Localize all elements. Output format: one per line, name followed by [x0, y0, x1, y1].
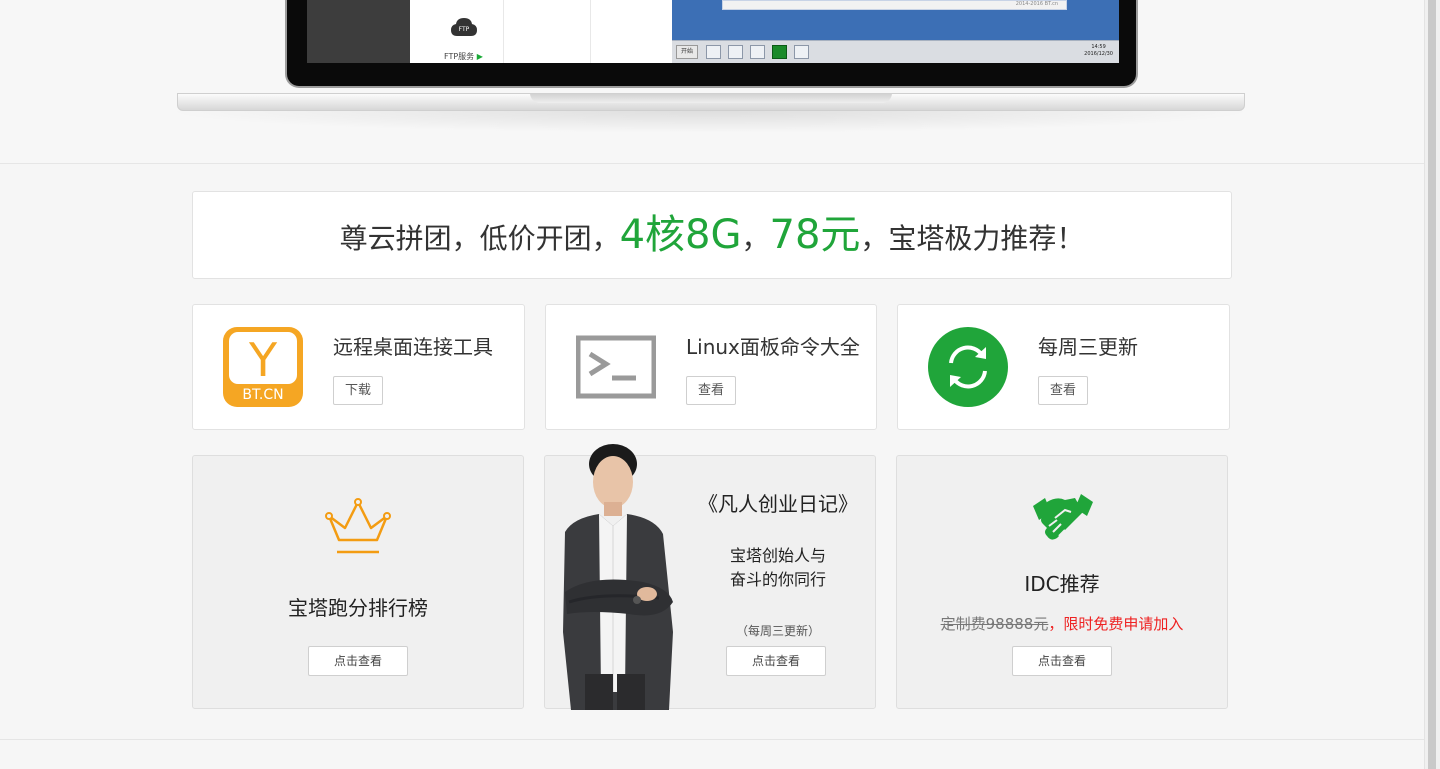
- folder-icon: [750, 45, 765, 59]
- promo-separator: ，: [741, 222, 770, 255]
- tool-title: 远程桌面连接工具: [333, 335, 493, 359]
- tool-title: Linux面板命令大全: [686, 335, 860, 359]
- bt-icon-letter: Y: [248, 333, 278, 387]
- start-button: 开始: [676, 45, 698, 59]
- feature-card-idc: IDC推荐 定制费98888元，限时免费申请加入 点击查看: [896, 455, 1228, 709]
- diary-view-button[interactable]: 点击查看: [726, 646, 826, 676]
- ftp-label-text: FTP服务: [444, 52, 475, 61]
- promo-text-2: ，宝塔极力推荐！: [860, 222, 1085, 255]
- clock-date: 2016/12/30: [1084, 51, 1113, 57]
- founder-photo: [563, 444, 673, 710]
- powershell-icon: [728, 45, 743, 59]
- laptop-notch: [530, 93, 892, 103]
- screen-panel: FTP FTP服务 ▶: [410, 0, 672, 63]
- page-scrollbar[interactable]: [1424, 0, 1440, 769]
- promo-highlight-spec: 4核8G: [619, 212, 742, 258]
- screen-taskbar: 开始 14:59 2016/12/30: [672, 40, 1119, 63]
- ftp-service-label: FTP服务 ▶: [444, 51, 483, 62]
- idc-title: IDC推荐: [1024, 572, 1100, 596]
- promo-text-1: 尊云拼团，低价开团，: [339, 222, 620, 255]
- promo-banner[interactable]: 尊云拼团，低价开团，4核8G，78元，宝塔极力推荐！: [192, 191, 1232, 279]
- hero-section: FTP FTP服务 ▶ 2014-2016 BT.cn 开始 14:59 201…: [0, 0, 1424, 164]
- laptop-shadow: [160, 111, 1260, 133]
- server-manager-icon: [706, 45, 721, 59]
- view-button[interactable]: 查看: [686, 376, 736, 405]
- crown-icon: [325, 498, 391, 554]
- tool-card-linux-commands: Linux面板命令大全 查看: [545, 304, 877, 430]
- bt-remote-desktop-icon: Y BT.CN: [223, 327, 303, 407]
- laptop-screen: FTP FTP服务 ▶ 2014-2016 BT.cn 开始 14:59 201…: [285, 0, 1138, 88]
- clock-time: 14:59: [1091, 44, 1106, 50]
- diary-subtitle-line2: 奋斗的你同行: [729, 570, 826, 589]
- feature-card-ranking: 宝塔跑分排行榜 点击查看: [192, 455, 524, 709]
- taskbar-clock: 14:59 2016/12/30: [1084, 44, 1113, 58]
- screen-window: 2014-2016 BT.cn: [722, 0, 1067, 10]
- bt-panel-icon: [772, 45, 787, 59]
- ranking-view-button[interactable]: 点击查看: [308, 646, 408, 676]
- terminal-icon: [575, 327, 657, 407]
- idc-view-button[interactable]: 点击查看: [1012, 646, 1112, 676]
- ranking-title: 宝塔跑分排行榜: [288, 596, 428, 620]
- screen-sidebar: [307, 0, 410, 63]
- section-divider: [0, 739, 1424, 740]
- screen-window-text: 2014-2016 BT.cn: [1015, 1, 1058, 7]
- tool-title: 每周三更新: [1038, 335, 1138, 359]
- bt-icon-caption: BT.CN: [242, 387, 283, 403]
- diary-title: 《凡人创业日记》: [698, 492, 858, 516]
- download-button[interactable]: 下载: [333, 376, 383, 405]
- window-icon: [794, 45, 809, 59]
- idc-offer-link[interactable]: 限时免费申请加入: [1063, 615, 1183, 633]
- feature-card-diary: 《凡人创业日记》 宝塔创始人与 奋斗的你同行 （每周三更新） 点击查看: [544, 444, 876, 710]
- promo-highlight-price: 78元: [769, 212, 861, 258]
- play-icon: ▶: [476, 52, 483, 61]
- handshake-icon: [1033, 494, 1093, 540]
- view-button[interactable]: 查看: [1038, 376, 1088, 405]
- diary-subtitle-line1: 宝塔创始人与: [729, 546, 826, 565]
- scrollbar-thumb[interactable]: [1428, 0, 1436, 769]
- diary-update-note: （每周三更新）: [735, 624, 820, 638]
- cloud-icon: FTP: [451, 18, 477, 36]
- idc-price-separator: ，: [1048, 615, 1064, 633]
- diary-subtitle: 宝塔创始人与 奋斗的你同行: [693, 544, 863, 592]
- idc-original-price: 定制费98888元: [940, 615, 1049, 633]
- tool-card-weekly-update: 每周三更新 查看: [897, 304, 1230, 430]
- tool-card-remote-desktop: Y BT.CN 远程桌面连接工具 下载: [192, 304, 525, 430]
- refresh-icon: [928, 327, 1008, 407]
- screen-content: FTP FTP服务 ▶ 2014-2016 BT.cn 开始 14:59 201…: [307, 0, 1119, 63]
- idc-price-line: 定制费98888元，限时免费申请加入: [897, 613, 1227, 634]
- ftp-cloud-text: FTP: [459, 26, 470, 33]
